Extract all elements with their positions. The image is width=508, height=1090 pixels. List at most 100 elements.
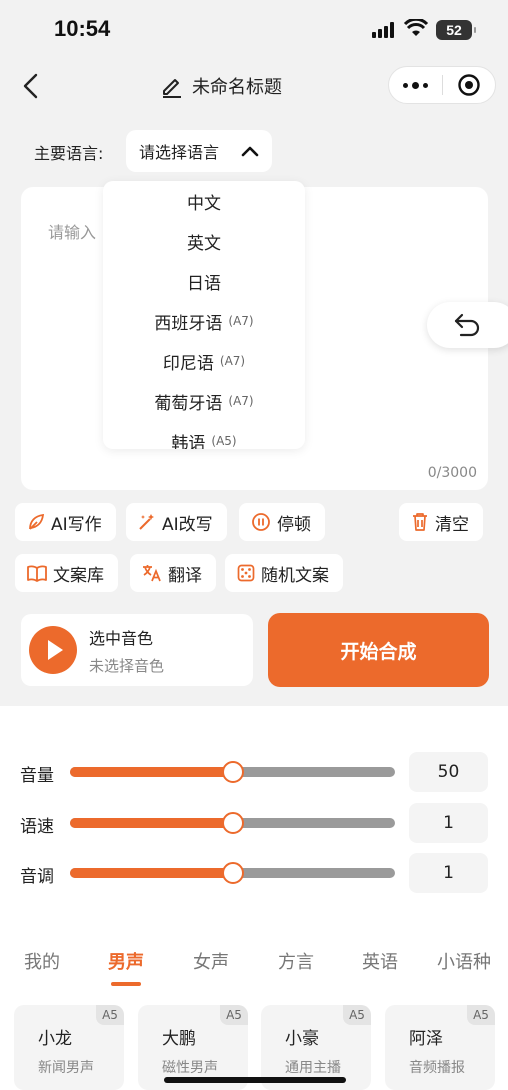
- tier-badge: A5: [467, 1005, 495, 1025]
- speed-value[interactable]: 1: [409, 803, 488, 843]
- play-icon[interactable]: [29, 626, 77, 674]
- option-label: 韩语: [171, 433, 206, 450]
- clear-label: 清空: [435, 514, 469, 535]
- pause-icon: [252, 513, 270, 531]
- volume-value[interactable]: 50: [409, 752, 488, 792]
- pause-label: 停顿: [277, 514, 311, 535]
- dropdown-option[interactable]: 葡萄牙语 (A7): [103, 381, 305, 421]
- tab-female[interactable]: 女声: [193, 948, 229, 974]
- more-icon[interactable]: [389, 67, 442, 103]
- dice-icon: [237, 564, 255, 582]
- option-label: 印尼语: [162, 353, 214, 374]
- random-text-button[interactable]: 随机文案: [225, 554, 343, 592]
- clear-button[interactable]: 清空: [399, 503, 483, 541]
- voice-desc: 新闻男声: [38, 1060, 94, 1076]
- undo-icon: [454, 313, 480, 337]
- voice-name: 大鹏: [162, 1029, 196, 1049]
- option-tag: (A7): [228, 314, 254, 328]
- dropdown-option[interactable]: 中文: [103, 181, 305, 221]
- voice-card[interactable]: A5 阿泽 音频播报: [385, 1005, 495, 1090]
- random-text-label: 随机文案: [261, 565, 329, 586]
- slider-handle[interactable]: [221, 812, 244, 834]
- pencil-icon: [163, 79, 181, 98]
- slider-handle[interactable]: [221, 761, 244, 783]
- volume-slider[interactable]: [70, 761, 395, 783]
- slider-fill: [70, 767, 233, 777]
- back-icon[interactable]: [18, 72, 46, 100]
- tab-dialect[interactable]: 方言: [278, 948, 314, 974]
- selected-voice-card[interactable]: 选中音色 未选择音色: [21, 614, 253, 686]
- language-label: 主要语言:: [34, 144, 104, 163]
- speed-slider[interactable]: [70, 812, 395, 834]
- voice-name: 阿泽: [409, 1029, 443, 1049]
- voice-card[interactable]: A5 小龙 新闻男声: [14, 1005, 124, 1090]
- speed-label: 语速: [20, 817, 54, 837]
- leaf-icon: [29, 513, 45, 530]
- magic-wand-icon: [139, 514, 154, 530]
- battery-icon: 52: [436, 20, 476, 40]
- language-select-value: 请选择语言: [139, 143, 220, 162]
- tier-badge: A5: [220, 1005, 248, 1025]
- pitch-label: 音调: [20, 867, 54, 887]
- status-time: 10:54: [54, 16, 111, 41]
- char-counter: 0/3000: [427, 465, 477, 481]
- slider-fill: [70, 818, 233, 828]
- translate-button[interactable]: 翻译: [130, 554, 216, 592]
- tier-badge: A5: [343, 1005, 371, 1025]
- close-miniapp-icon[interactable]: [443, 67, 495, 103]
- option-label: 葡萄牙语: [154, 393, 223, 414]
- library-label: 文案库: [53, 565, 104, 586]
- miniapp-capsule: [388, 66, 496, 104]
- voice-desc: 音频播报: [409, 1060, 465, 1076]
- language-select[interactable]: 请选择语言: [126, 130, 272, 172]
- voice-name: 小龙: [38, 1029, 72, 1049]
- volume-slider-row: 音量 50: [0, 752, 508, 792]
- dropdown-option[interactable]: 日语: [103, 261, 305, 301]
- option-tag: (A7): [228, 394, 254, 408]
- speed-slider-row: 语速 1: [0, 803, 508, 843]
- editor-placeholder: 请输入: [48, 223, 97, 242]
- pitch-slider[interactable]: [70, 862, 395, 884]
- pause-button[interactable]: 停顿: [239, 503, 325, 541]
- dropdown-option[interactable]: 韩语 (A5): [103, 421, 305, 450]
- slider-handle[interactable]: [221, 862, 244, 884]
- ai-write-button[interactable]: AI写作: [15, 503, 116, 541]
- tab-english[interactable]: 英语: [362, 948, 398, 974]
- undo-button[interactable]: [427, 302, 508, 348]
- page-title: 未命名标题: [192, 77, 282, 98]
- tier-badge: A5: [96, 1005, 124, 1025]
- dropdown-option[interactable]: 西班牙语 (A7): [103, 301, 305, 341]
- home-indicator: [164, 1077, 346, 1083]
- ai-write-label: AI写作: [51, 514, 102, 535]
- dropdown-option[interactable]: 印尼语 (A7): [103, 341, 305, 381]
- nav-bar: 未命名标题: [0, 60, 508, 112]
- option-label: 西班牙语: [154, 313, 223, 334]
- status-bar: 10:54 52: [0, 0, 508, 60]
- tab-male[interactable]: 男声: [108, 948, 144, 974]
- option-label: 英文: [187, 233, 221, 254]
- dropdown-option[interactable]: 英文: [103, 221, 305, 261]
- wifi-icon: [404, 19, 428, 36]
- slider-fill: [70, 868, 233, 878]
- option-label: 中文: [187, 193, 221, 214]
- translate-label: 翻译: [168, 565, 202, 586]
- language-dropdown: 中文 英文 日语 西班牙语 (A7) 印尼语 (A7) 葡萄牙语 (A7) 韩语…: [103, 181, 305, 449]
- voice-desc: 磁性男声: [162, 1060, 218, 1076]
- ai-rewrite-button[interactable]: AI改写: [126, 503, 227, 541]
- trash-icon: [413, 513, 427, 531]
- book-icon: [27, 565, 47, 582]
- library-button[interactable]: 文案库: [15, 554, 118, 592]
- pitch-value[interactable]: 1: [409, 853, 488, 893]
- start-synthesis-button[interactable]: 开始合成: [268, 613, 489, 687]
- translate-icon: [143, 565, 161, 582]
- title-edit[interactable]: 未命名标题: [160, 72, 282, 100]
- tab-mine[interactable]: 我的: [24, 948, 60, 974]
- chevron-up-icon: [241, 146, 259, 157]
- tab-minor-languages[interactable]: 小语种: [437, 948, 491, 974]
- option-tag: (A5): [211, 434, 237, 448]
- voice-desc: 通用主播: [285, 1060, 341, 1076]
- ai-rewrite-label: AI改写: [162, 514, 213, 535]
- active-tab-indicator: [111, 982, 141, 986]
- voice-title: 选中音色: [89, 629, 154, 648]
- volume-label: 音量: [20, 766, 54, 786]
